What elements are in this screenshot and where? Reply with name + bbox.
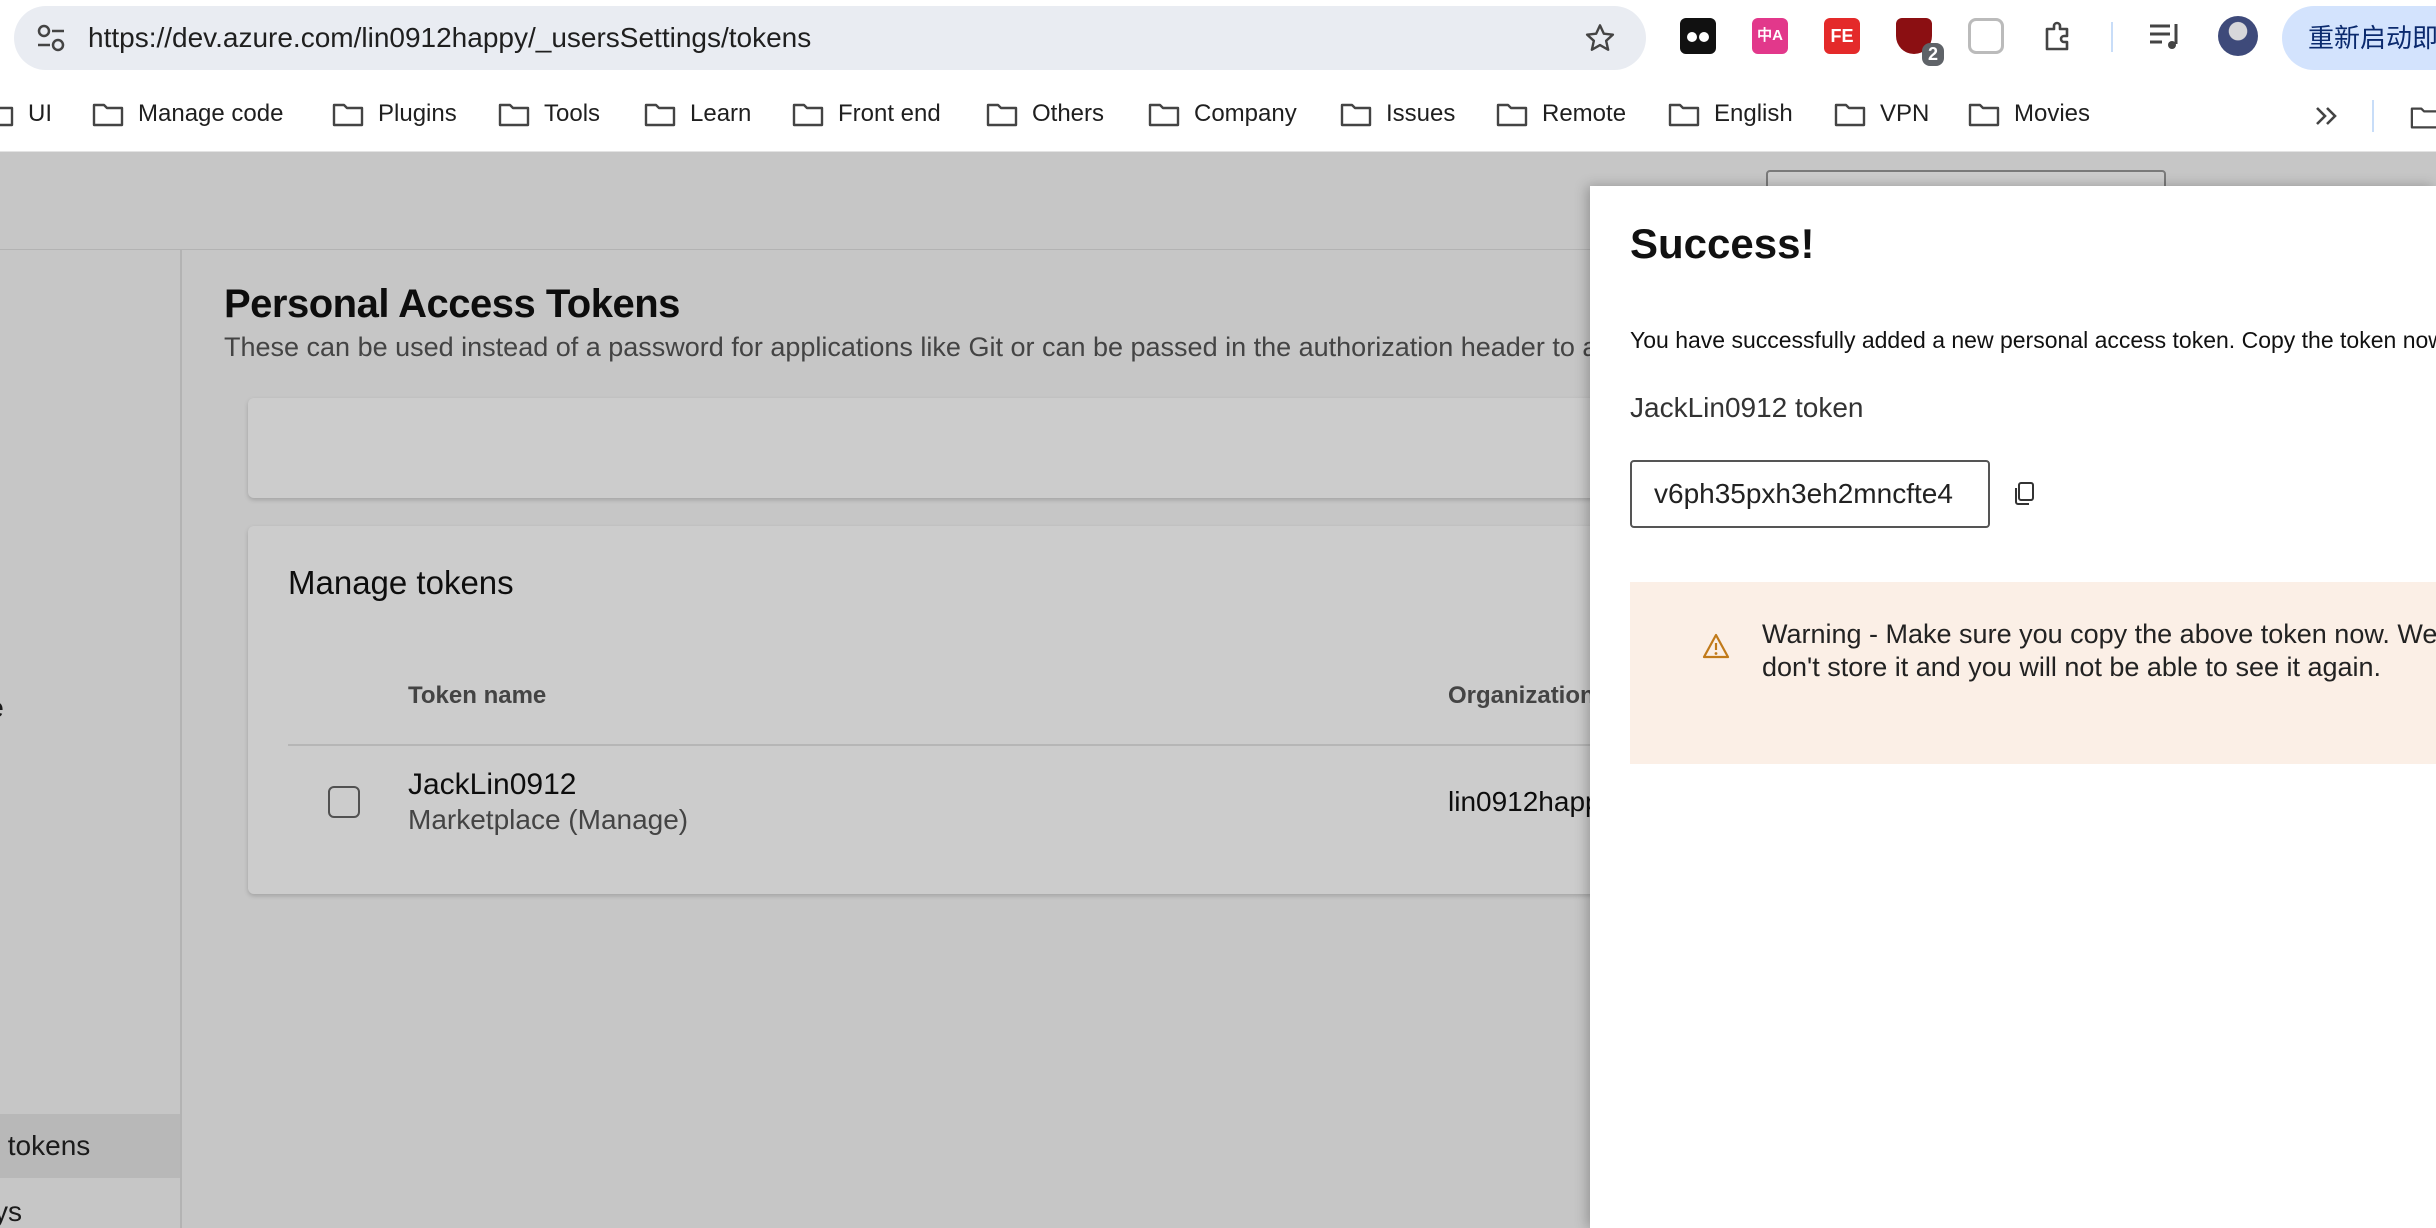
bookmark-folder-learn[interactable]: Learn [644,76,751,152]
bookmark-folder-ui[interactable]: UI [0,76,52,152]
folder-icon[interactable] [2410,104,2436,130]
folder-icon [1496,103,1528,127]
site-settings-icon[interactable] [36,24,66,52]
bookmark-label: Remote [1542,100,1627,127]
bookmark-label: VPN [1880,100,1930,127]
warning-message-bar: Warning - Make sure you copy the above t… [1630,582,2436,764]
bookmark-label: Plugins [378,100,457,127]
bookmark-label: Tools [544,100,601,127]
success-message: You have successfully added a new person… [1630,327,2436,353]
toolbar-divider [2111,22,2113,52]
bookmark-label: Manage code [138,100,284,127]
folder-icon [1834,103,1866,127]
bookmark-label: Company [1194,100,1297,127]
token-value-field[interactable] [1630,460,1990,528]
success-panel: Success! You have successfully added a n… [1590,186,2436,1228]
folder-icon [1340,103,1372,127]
extension-badge: 2 [1921,43,1944,66]
bookmark-folder-tools[interactable]: Tools [498,76,600,152]
chevron-double-right-icon[interactable] [2312,104,2342,128]
bookmarks-bar: UI Manage code Plugins Tools Learn Front… [0,76,2436,152]
folder-icon [92,103,124,127]
bookmark-label: Movies [2014,100,2091,127]
bookmark-folder-company[interactable]: Company [1148,76,1297,152]
folder-icon [0,106,14,127]
bookmark-folder-remote[interactable]: Remote [1496,76,1626,152]
copy-icon [2015,482,2034,505]
bookmark-folder-english[interactable]: English [1668,76,1793,152]
extensions-puzzle-icon[interactable] [2040,18,2076,54]
bookmark-label: Others [1032,100,1105,127]
address-bar[interactable]: https://dev.azure.com/lin0912happy/_user… [14,6,1646,70]
folder-icon [332,103,364,127]
folder-icon [986,103,1018,127]
extension-ublock-icon[interactable]: 2 [1896,18,1944,66]
bookmark-folder-issues[interactable]: Issues [1340,76,1455,152]
url-text[interactable]: https://dev.azure.com/lin0912happy/_user… [88,22,811,54]
bookmark-label: English [1714,100,1793,127]
bookmark-label: Issues [1386,100,1456,127]
bookmark-folder-others[interactable]: Others [986,76,1104,152]
folder-icon [792,103,824,127]
extension-fe-icon[interactable]: FE [1824,18,1860,54]
bookmark-folder-movies[interactable]: Movies [1968,76,2090,152]
profile-avatar[interactable] [2218,16,2258,56]
warning-text: Warning - Make sure you copy the above t… [1762,619,2436,682]
token-name-label: JackLin0912 token [1630,392,1864,423]
bookmarks-divider [2372,100,2374,132]
bookmark-folder-vpn[interactable]: VPN [1834,76,1929,152]
folder-icon [1148,103,1180,127]
media-queue-icon[interactable] [2148,20,2184,52]
folder-icon [498,103,530,127]
bookmark-label: Learn [690,100,752,127]
relaunch-update-button[interactable]: 重新启动即 [2282,6,2436,70]
panel-title: Success! [1630,220,1815,267]
folder-icon [1668,103,1700,127]
bookmark-folder-front-end[interactable]: Front end [792,76,941,152]
extension-tv-icon[interactable] [1968,18,2004,54]
folder-icon [1968,103,2000,127]
extension-tampermonkey-icon[interactable] [1680,18,1716,54]
bookmark-label: UI [28,100,52,127]
bookmark-folder-manage-code[interactable]: Manage code [92,76,283,152]
extension-translate-icon[interactable]: 中A [1752,18,1788,54]
folder-icon [644,103,676,127]
copy-token-button[interactable] [2006,476,2042,512]
bookmark-folder-plugins[interactable]: Plugins [332,76,457,152]
warning-icon [1702,633,1730,659]
bookmark-label: Front end [838,100,941,127]
bookmark-star-icon[interactable] [1584,22,1616,54]
browser-toolbar: https://dev.azure.com/lin0912happy/_user… [0,0,2436,76]
